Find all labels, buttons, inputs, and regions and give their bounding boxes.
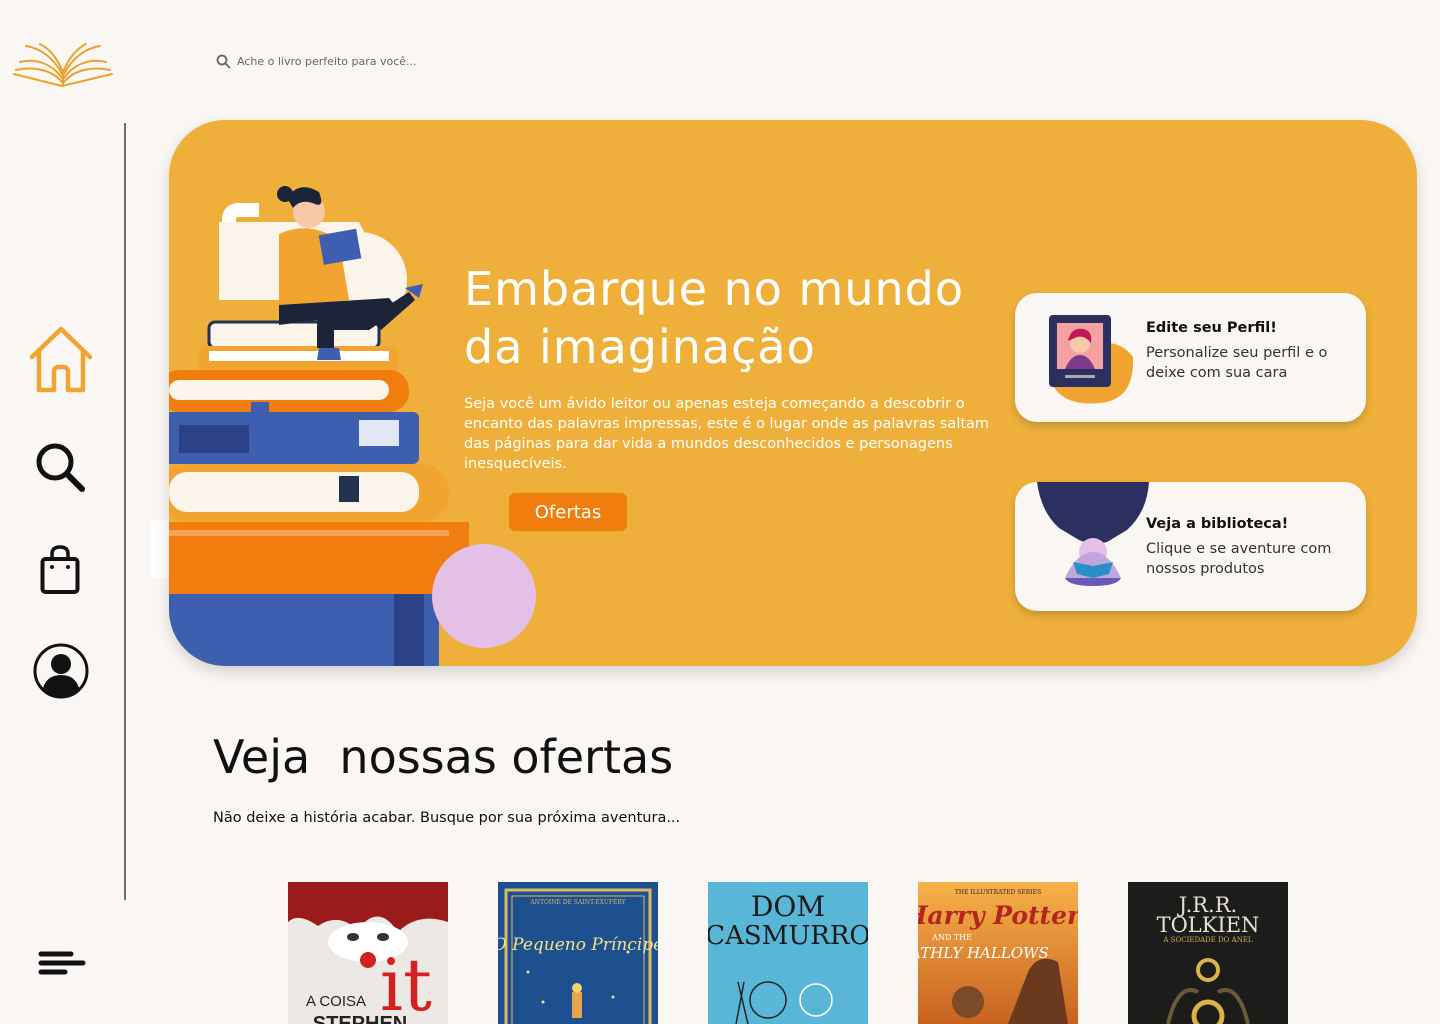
library-text: Clique e se aventure com nossos produtos xyxy=(1146,541,1332,577)
search-icon xyxy=(216,54,231,68)
hero-banner: Embarque no mundo da imaginação Seja voc… xyxy=(169,120,1417,666)
book-cover-line: A SOCIEDADE DO ANEL xyxy=(1162,936,1253,944)
sidebar-divider xyxy=(124,123,126,900)
search-bar[interactable] xyxy=(216,50,636,72)
book-cover-a-coisa[interactable]: it A COISA STEPHEN xyxy=(288,882,448,1024)
book-cover-line: O Pequeno Príncipe xyxy=(498,935,658,955)
book-cover-art: DOM CASMURRO xyxy=(708,882,868,1024)
book-cover-dom-casmurro[interactable]: DOM CASMURRO xyxy=(708,882,868,1024)
shopping-bag-icon[interactable] xyxy=(40,545,80,595)
book-cover-o-pequeno-principe[interactable]: ANTOINE DE SAINT-EXUPÉRY O Pequeno Prínc… xyxy=(498,882,658,1024)
book-cover-art: J.R.R. TOLKIEN A SOCIEDADE DO ANEL xyxy=(1128,882,1288,1024)
menu-icon[interactable] xyxy=(38,950,86,978)
book-cover-line: A COISA xyxy=(306,993,366,1010)
user-profile-icon[interactable] xyxy=(33,643,89,699)
book-cover-line: ANTOINE DE SAINT-EXUPÉRY xyxy=(529,898,626,906)
book-cover-harry-potter[interactable]: THE ILLUSTRATED SERIES Harry Potter AND … xyxy=(918,882,1078,1024)
edit-profile-title: Edite seu Perfil! xyxy=(1146,320,1277,336)
home-icon[interactable] xyxy=(26,324,96,394)
hero-description: Seja você um ávido leitor ou apenas este… xyxy=(464,396,990,472)
library-title: Veja a biblioteca! xyxy=(1146,516,1289,532)
edit-profile-text: Personalize seu perfil e o deixe com sua… xyxy=(1146,345,1328,381)
edit-profile-card[interactable]: Edite seu Perfil! Personalize seu perfil… xyxy=(1015,293,1366,422)
search-icon[interactable] xyxy=(34,441,86,493)
book-cover-art: THE ILLUSTRATED SERIES Harry Potter AND … xyxy=(918,882,1078,1024)
profile-portrait-icon xyxy=(1049,315,1134,404)
book-cover-line: DEATHLY HALLOWS xyxy=(918,944,1049,962)
book-cover-a-sociedade-do-anel[interactable]: J.R.R. TOLKIEN A SOCIEDADE DO ANEL xyxy=(1128,882,1288,1024)
book-cover-line: Harry Potter xyxy=(918,901,1078,930)
hero-title: Embarque no mundo da imaginação xyxy=(464,262,965,374)
open-book-logo-icon[interactable] xyxy=(12,40,114,90)
decorative-circle xyxy=(432,544,536,648)
offers-button[interactable]: Ofertas xyxy=(509,493,627,531)
book-cover-art: ANTOINE DE SAINT-EXUPÉRY O Pequeno Prínc… xyxy=(498,882,658,1024)
reading-person-icon xyxy=(1037,482,1149,586)
book-big-title: it xyxy=(380,943,432,1024)
book-cover-line: AND THE xyxy=(931,933,972,942)
book-cover-line: THE ILLUSTRATED SERIES xyxy=(955,889,1041,896)
book-cover-line: DOM xyxy=(751,890,825,923)
hero-tab-decoration xyxy=(151,520,171,578)
book-cover-line: STEPHEN xyxy=(313,1013,407,1024)
library-card[interactable]: Veja a biblioteca! Clique e se aventure … xyxy=(1015,482,1366,611)
offers-section-subtitle: Não deixe a história acabar. Busque por … xyxy=(213,810,681,826)
book-cover-art: it A COISA STEPHEN xyxy=(288,882,448,1024)
book-cover-line: TOLKIEN xyxy=(1157,913,1260,937)
book-cover-line: CASMURRO xyxy=(708,921,868,951)
search-input[interactable] xyxy=(237,54,617,68)
offers-section-title: Veja nossas ofertas xyxy=(213,730,674,784)
